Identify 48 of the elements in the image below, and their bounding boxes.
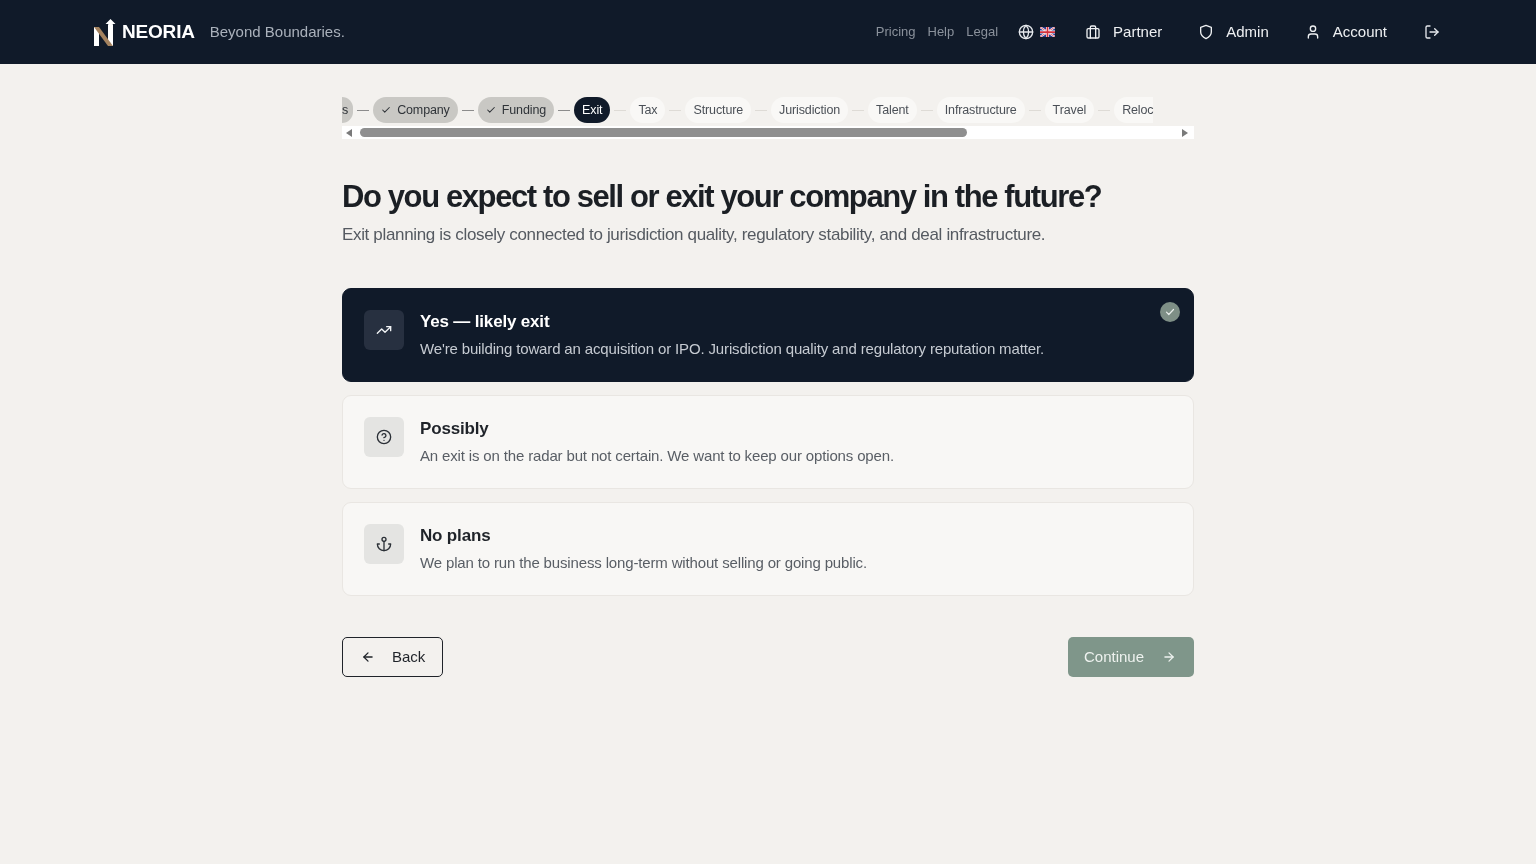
step-tab[interactable]: Reloc xyxy=(1114,97,1154,123)
check-icon xyxy=(1160,302,1180,322)
tagline: Beyond Boundaries. xyxy=(209,21,345,42)
option-title: Possibly xyxy=(420,418,490,440)
step-tab[interactable]: Infrastructure xyxy=(936,97,1025,123)
step-tab[interactable]: Exit xyxy=(574,97,611,123)
question-title: Do you expect to sell or exit your company in the future? xyxy=(342,178,1103,216)
option-title: No plans xyxy=(420,525,492,547)
step-tab[interactable]: Company xyxy=(373,97,458,123)
check-icon xyxy=(485,105,496,115)
step-tab[interactable]: s xyxy=(342,97,354,123)
option-description: We're building toward an acquisition or IPO. Jurisdiction quality and regulatory reputation matter. xyxy=(420,339,1044,359)
logout-icon xyxy=(1424,24,1440,40)
nav-link[interactable]: Legal xyxy=(966,22,999,42)
option-card[interactable]: Yes — likely exit We're building toward an acquisition or IPO. Jurisdiction quality and regulatory reputation matter. xyxy=(342,288,1194,382)
step-tab[interactable]: Travel xyxy=(1044,97,1095,123)
option-title: Yes — likely exit xyxy=(420,311,551,333)
option-card[interactable]: Possibly An exit is on the radar but not certain. We want to keep our options open. xyxy=(342,395,1194,489)
nav-link[interactable]: Help xyxy=(927,22,955,42)
step-tab[interactable]: Talent xyxy=(868,97,917,123)
option-card[interactable]: No plans We plan to run the business long-term without selling or going public. xyxy=(342,502,1194,596)
briefcase-icon xyxy=(1085,24,1102,40)
shield-icon xyxy=(1198,24,1215,40)
option-description: An exit is on the radar but not certain. We want to keep our options open. xyxy=(420,446,894,466)
trend-up-icon xyxy=(364,310,404,350)
scrollbar-thumb[interactable] xyxy=(360,128,967,137)
check-icon xyxy=(381,105,392,115)
question-icon xyxy=(364,417,404,457)
question-subtitle: Exit planning is closely connected to jurisdiction quality, regulatory stability, and deal infrastructure. xyxy=(342,224,1047,246)
scroll-left-icon[interactable] xyxy=(346,128,352,137)
back-button[interactable]: Back xyxy=(342,637,444,677)
uk-flag-icon xyxy=(1040,27,1056,37)
logout-button[interactable] xyxy=(1424,24,1440,40)
language-button[interactable] xyxy=(1018,24,1056,40)
step-tab[interactable]: Tax xyxy=(630,97,666,123)
nav-button[interactable]: Account xyxy=(1288,14,1403,50)
logo-icon xyxy=(94,18,118,46)
globe-icon xyxy=(1018,24,1035,40)
step-tab[interactable]: Structure xyxy=(685,97,752,123)
nav-link[interactable]: Pricing xyxy=(875,22,916,42)
step-tab[interactable]: Jurisdiction xyxy=(771,97,849,123)
nav-button[interactable]: Admin xyxy=(1182,14,1285,50)
step-tab[interactable]: Funding xyxy=(477,97,555,123)
nav-button[interactable]: Partner xyxy=(1069,14,1179,50)
option-description: We plan to run the business long-term without selling or going public. xyxy=(420,553,867,573)
brand-name: NEORIA xyxy=(122,19,195,44)
anchor-icon xyxy=(364,524,404,564)
scroll-right-icon[interactable] xyxy=(1182,128,1188,137)
